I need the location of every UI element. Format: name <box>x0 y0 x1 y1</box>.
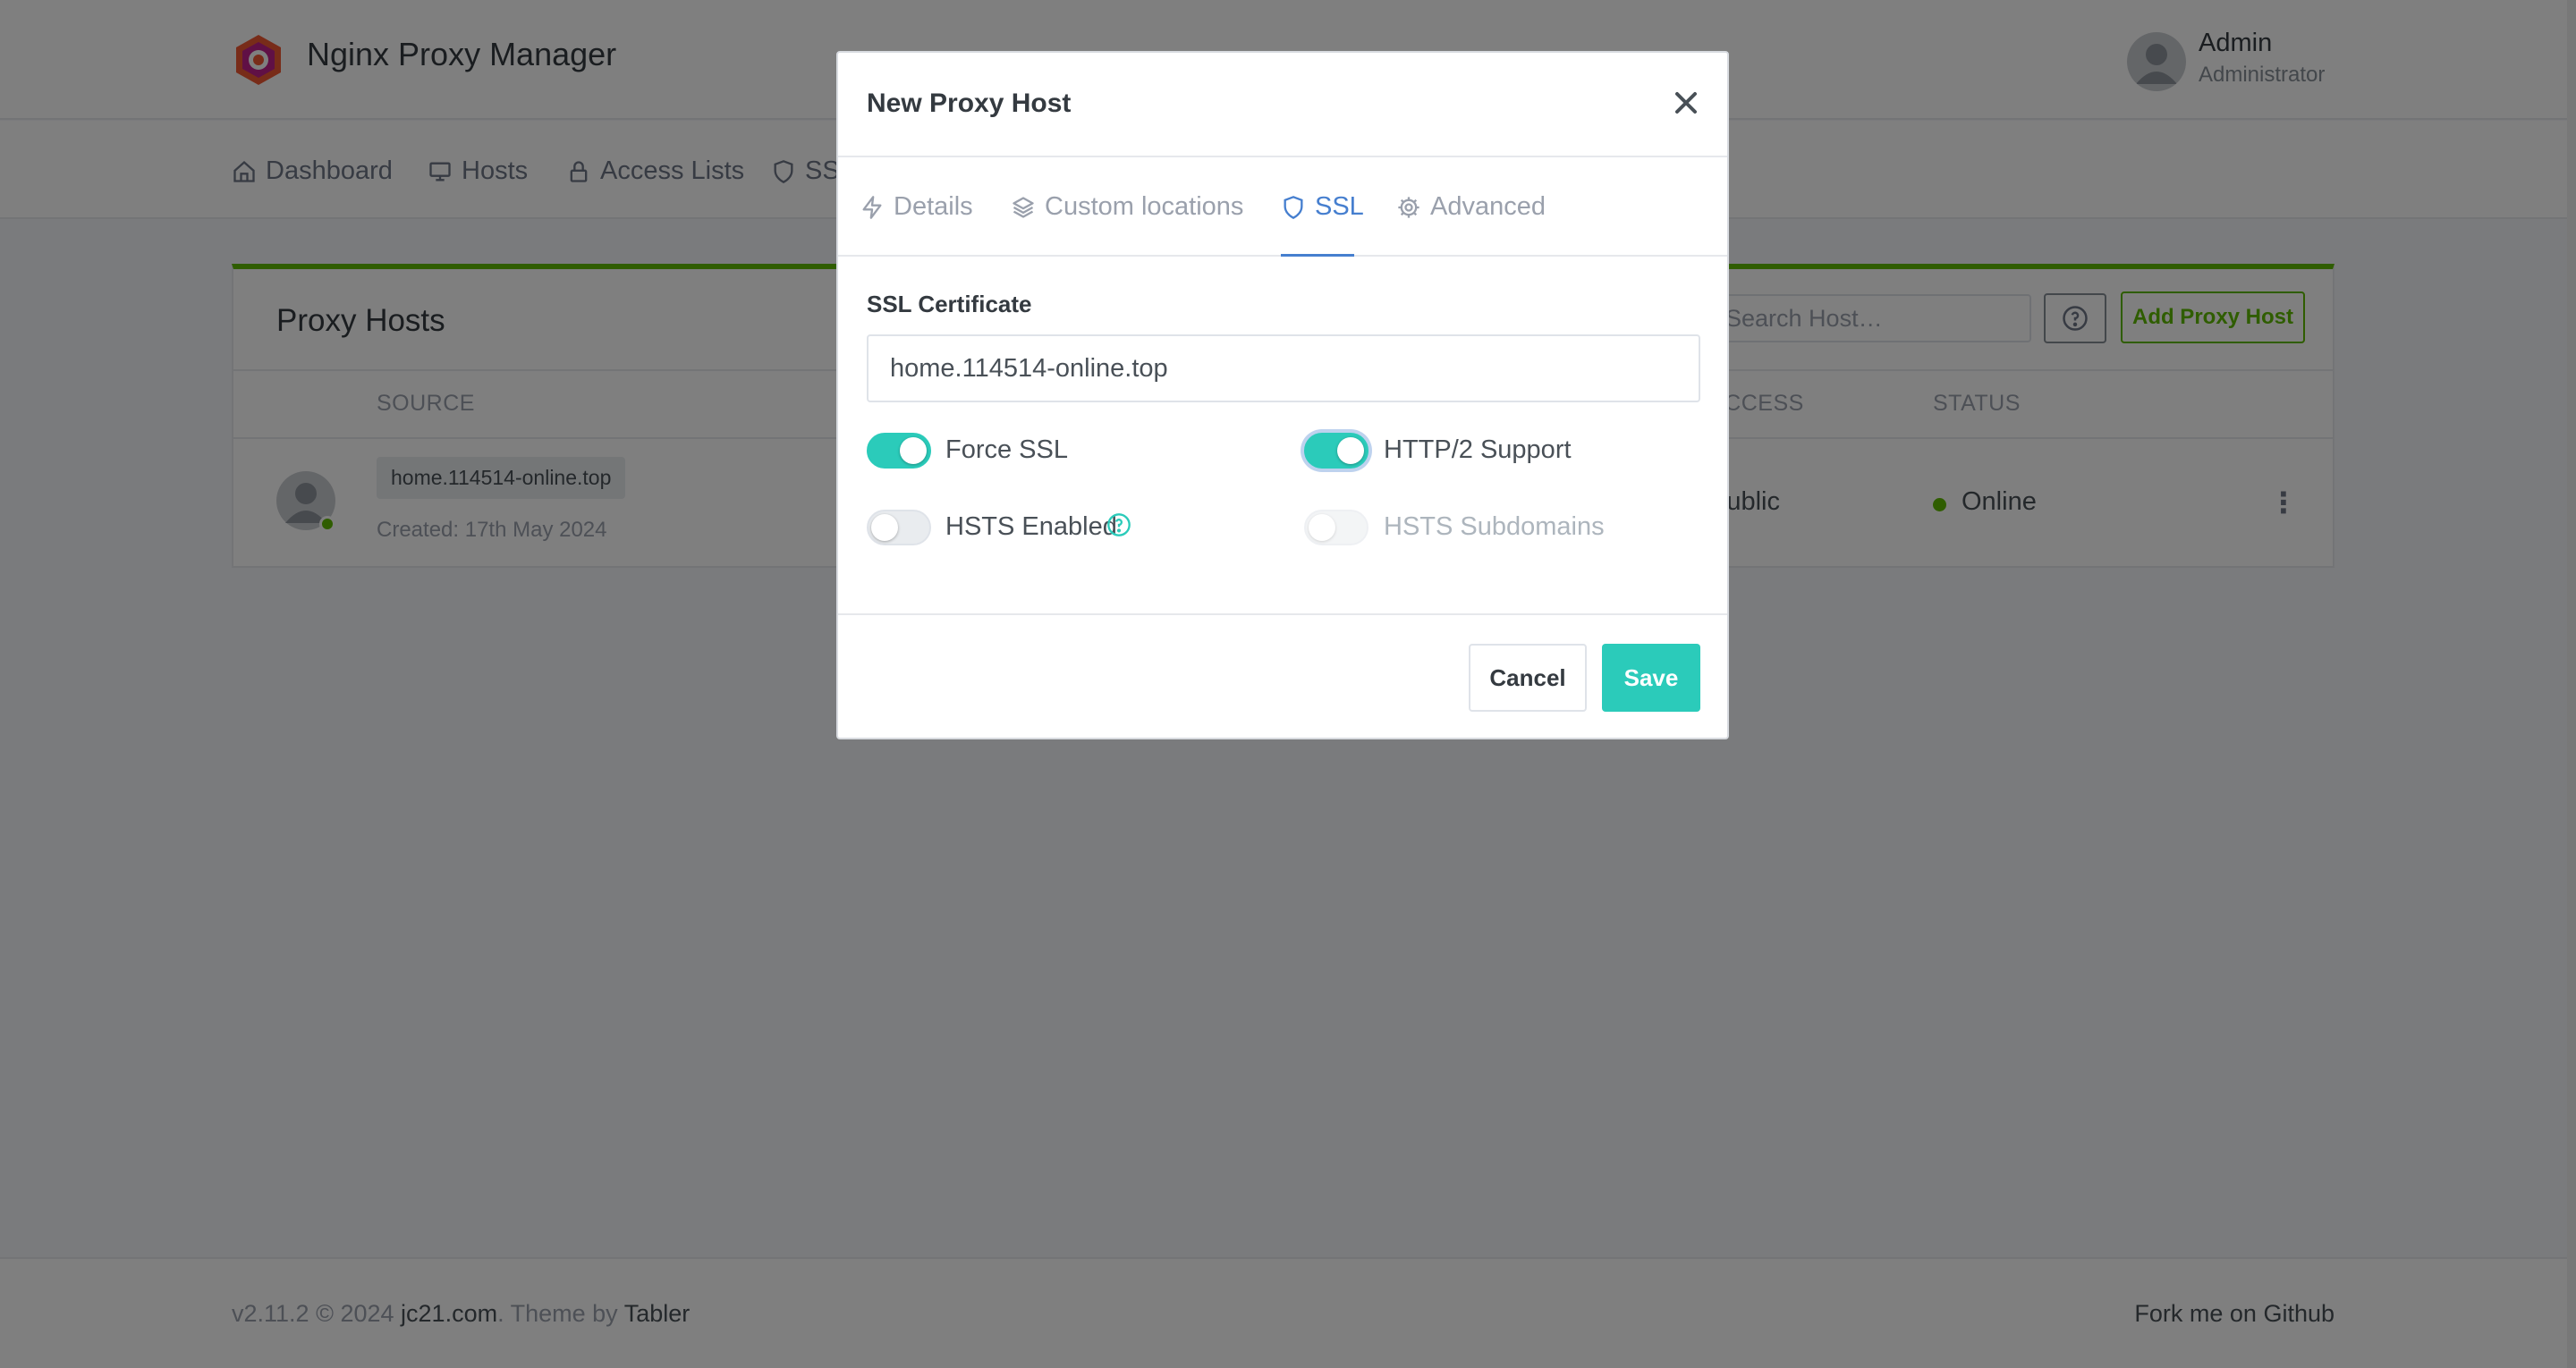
modal-title: New Proxy Host <box>867 89 1072 118</box>
divider <box>838 156 1727 157</box>
hsts-enabled-toggle[interactable] <box>867 510 931 545</box>
hsts-subdomains-toggle[interactable] <box>1304 510 1368 545</box>
save-button[interactable]: Save <box>1602 644 1700 712</box>
toggle-knob <box>1309 514 1335 541</box>
cancel-button[interactable]: Cancel <box>1469 644 1587 712</box>
toggle-knob <box>871 514 898 541</box>
tab-advanced-label: Advanced <box>1430 192 1546 221</box>
force-ssl-label: Force SSL <box>945 435 1068 464</box>
new-proxy-host-modal: New Proxy Host Details Custom locations … <box>836 51 1729 739</box>
toggle-knob <box>1337 437 1364 464</box>
tab-advanced[interactable]: Advanced <box>1396 192 1546 222</box>
divider <box>838 613 1727 615</box>
ssl-certificate-select[interactable]: home.114514-online.top <box>867 334 1700 402</box>
active-tab-indicator <box>1281 254 1354 257</box>
gear-icon <box>1398 196 1419 218</box>
layers-icon <box>1013 196 1034 218</box>
tab-details[interactable]: Details <box>860 192 973 222</box>
hsts-subdomains-label: HSTS Subdomains <box>1384 512 1605 541</box>
http2-support-toggle[interactable] <box>1304 433 1368 469</box>
lightning-icon <box>862 195 882 219</box>
tab-details-label: Details <box>894 192 973 221</box>
force-ssl-toggle[interactable] <box>867 433 931 469</box>
close-icon[interactable] <box>1668 85 1704 121</box>
tab-ssl[interactable]: SSL <box>1281 192 1364 222</box>
toggle-knob <box>900 437 927 464</box>
ssl-certificate-label: SSL Certificate <box>867 291 1032 317</box>
hsts-enabled-label: HSTS Enabled <box>945 512 1117 541</box>
http2-support-label: HTTP/2 Support <box>1384 435 1572 464</box>
tab-ssl-label: SSL <box>1315 192 1364 221</box>
shield-icon <box>1284 195 1303 219</box>
tab-custom-locations-label: Custom locations <box>1045 192 1244 221</box>
help-circle-icon[interactable] <box>1106 512 1131 537</box>
tab-custom-locations[interactable]: Custom locations <box>1011 192 1243 222</box>
